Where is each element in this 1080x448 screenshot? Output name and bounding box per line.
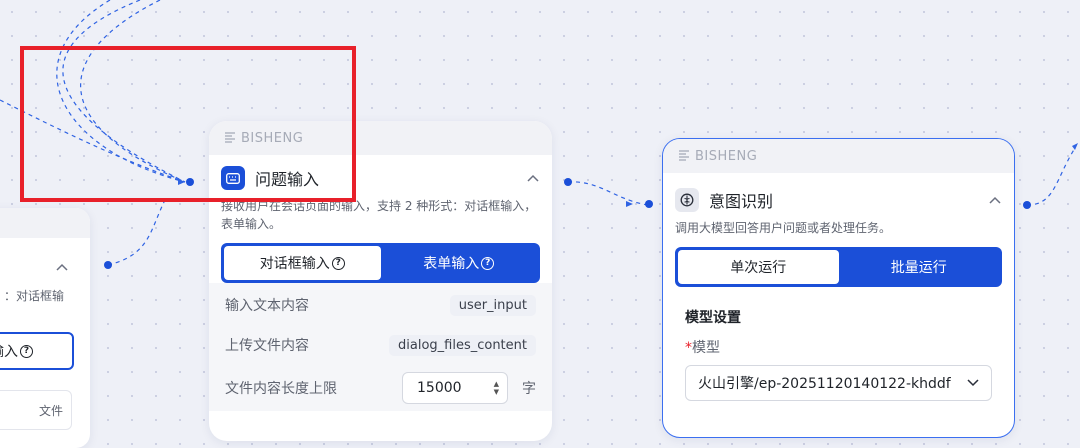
output-port[interactable] bbox=[1023, 201, 1031, 209]
node-header: BISHENG bbox=[663, 139, 1014, 173]
file-row: 文件 bbox=[0, 390, 72, 430]
output-port[interactable] bbox=[104, 261, 112, 269]
input-mode-toggle[interactable]: 对话框输入? 表单输入? bbox=[221, 243, 540, 283]
model-label: 模型 bbox=[692, 340, 720, 356]
section-title: 模型设置 bbox=[685, 310, 741, 326]
tab-dialog-input[interactable]: 对话框输入? bbox=[224, 246, 381, 280]
model-label-row: *模型 bbox=[663, 327, 1014, 357]
tab-label: 输入 bbox=[0, 344, 18, 360]
variable-value: dialog_files_content bbox=[389, 334, 536, 356]
variable-row: 上传文件内容 dialog_files_content bbox=[209, 325, 552, 365]
highlight-box bbox=[20, 46, 356, 202]
node-title-row: 意图识别 bbox=[663, 173, 1014, 213]
limit-unit: 字 bbox=[522, 381, 536, 397]
tab-label: 对话框输入 bbox=[259, 256, 330, 272]
help-icon[interactable]: ? bbox=[481, 256, 495, 270]
brand-label: BISHENG bbox=[695, 148, 758, 164]
tab-form-input[interactable]: 表单输入? bbox=[381, 246, 538, 280]
model-select-value: 火山引擎/ep-20251120140122-khddf bbox=[698, 376, 951, 392]
tab-single-run[interactable]: 单次运行 bbox=[678, 250, 839, 284]
stepper-value: 15000 bbox=[417, 380, 462, 396]
variable-row: 输入文本内容 user_input bbox=[209, 285, 552, 325]
help-icon[interactable]: ? bbox=[20, 344, 33, 358]
file-label: 文件 bbox=[38, 403, 63, 418]
brain-icon bbox=[675, 188, 699, 212]
node-title: 意图识别 bbox=[709, 192, 774, 211]
length-limit-stepper[interactable]: 15000 ▲ ▼ bbox=[402, 372, 508, 404]
node-description: ：对话框输 bbox=[4, 289, 65, 303]
dialog-input-tab[interactable]: 输入? bbox=[0, 332, 74, 370]
chevron-down-icon[interactable] bbox=[967, 375, 979, 391]
chevron-up-icon[interactable] bbox=[526, 171, 540, 185]
chevron-up-icon[interactable] bbox=[988, 193, 1002, 207]
input-port[interactable] bbox=[645, 200, 653, 208]
node-description: 调用大模型回答用户问题或者处理任务。 bbox=[675, 221, 892, 235]
variable-value: user_input bbox=[449, 294, 536, 316]
limit-label: 文件内容长度上限 bbox=[225, 381, 337, 397]
tab-label: 表单输入 bbox=[423, 256, 480, 272]
model-select[interactable]: 火山引擎/ep-20251120140122-khddf bbox=[685, 365, 992, 401]
left-partial-node[interactable]: ：对话框输 输入? 文件 bbox=[0, 208, 90, 448]
chevron-up-icon[interactable] bbox=[56, 256, 68, 275]
stepper-arrows-icon[interactable]: ▲ ▼ bbox=[494, 380, 499, 396]
variable-label: 输入文本内容 bbox=[225, 298, 309, 314]
help-icon[interactable]: ? bbox=[331, 256, 345, 270]
node-header bbox=[0, 208, 90, 238]
intent-recognition-node[interactable]: BISHENG 意图识别 调用大模型回答用户问题或者处理任务。 单次运行 批量运… bbox=[662, 138, 1015, 438]
length-limit-row: 文件内容长度上限 15000 ▲ ▼ 字 bbox=[209, 365, 552, 411]
variable-label: 上传文件内容 bbox=[225, 338, 309, 354]
run-mode-toggle[interactable]: 单次运行 批量运行 bbox=[675, 247, 1002, 287]
tab-batch-run[interactable]: 批量运行 bbox=[839, 250, 1000, 284]
output-port[interactable] bbox=[564, 178, 572, 186]
required-mark: * bbox=[685, 340, 692, 356]
bisheng-logo-icon bbox=[679, 150, 689, 162]
